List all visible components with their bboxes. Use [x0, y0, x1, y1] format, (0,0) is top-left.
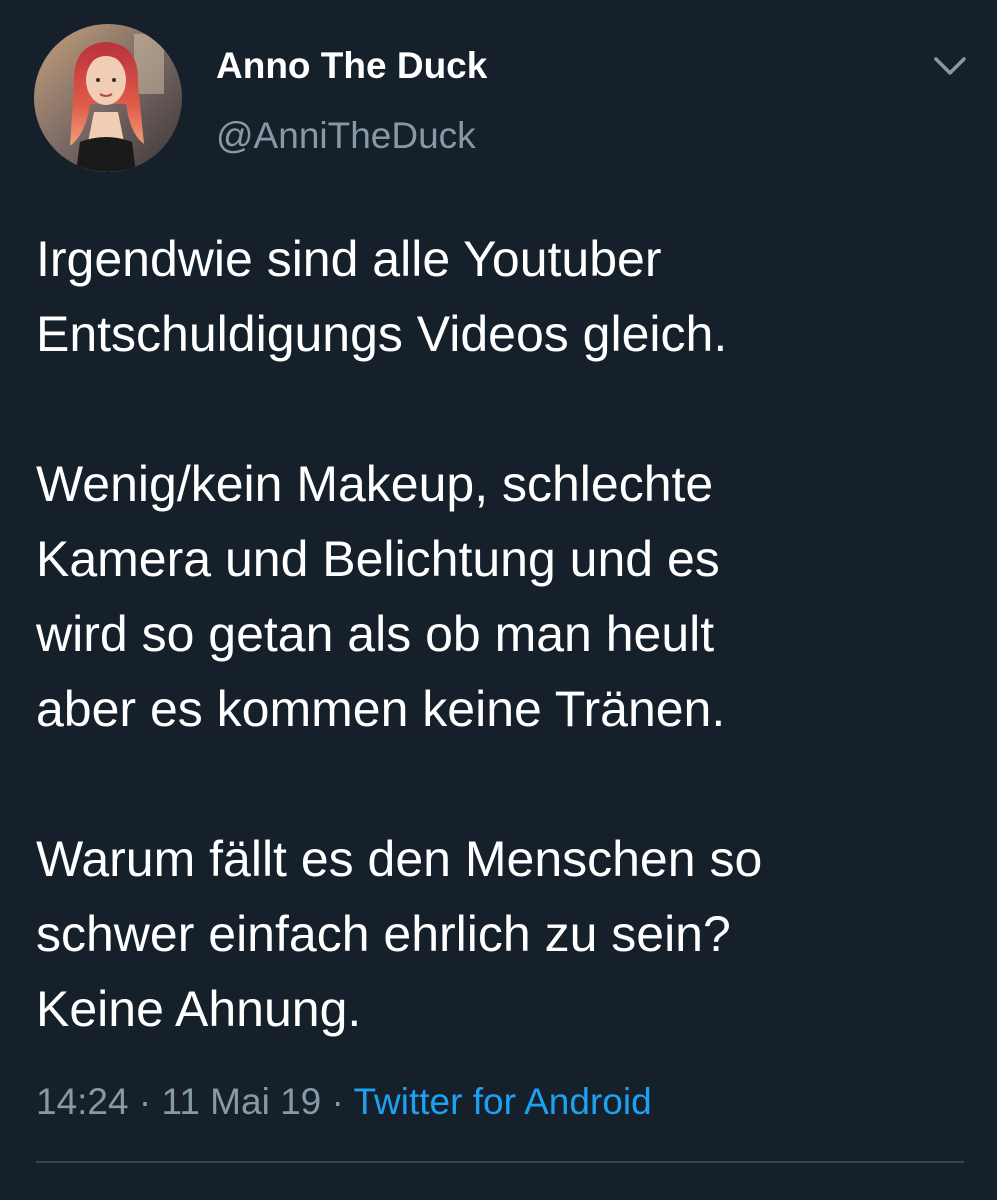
- tweet-source-link[interactable]: Twitter for Android: [353, 1081, 651, 1122]
- tweet-line: Wenig/kein Makeup, schlechte: [36, 456, 714, 512]
- tweet-line: Warum fällt es den Menschen so: [36, 831, 763, 887]
- tweet-date[interactable]: 11 Mai 19: [161, 1081, 321, 1122]
- meta-separator: ·: [138, 1081, 152, 1122]
- display-name[interactable]: Anno The Duck: [216, 44, 487, 88]
- divider: [36, 1161, 964, 1163]
- user-handle[interactable]: @AnniTheDuck: [216, 114, 476, 158]
- tweet-paragraph: Warum fällt es den Menschen so schwer ei…: [36, 822, 966, 1047]
- tweet-metadata: 14:24 · 11 Mai 19 · Twitter for Android: [36, 1080, 652, 1124]
- tweet-line: Kamera und Belichtung und es: [36, 531, 720, 587]
- tweet-paragraph: Irgendwie sind alle Youtuber Entschuldig…: [36, 222, 966, 372]
- tweet-line: Irgendwie sind alle Youtuber: [36, 231, 662, 287]
- tweet-line: Entschuldigungs Videos gleich.: [36, 306, 728, 362]
- tweet-line: Keine Ahnung.: [36, 981, 362, 1037]
- tweet-text: Irgendwie sind alle Youtuber Entschuldig…: [36, 222, 966, 1047]
- tweet-time[interactable]: 14:24: [36, 1081, 129, 1122]
- meta-separator: ·: [331, 1081, 344, 1122]
- tweet-paragraph: Wenig/kein Makeup, schlechte Kamera und …: [36, 447, 966, 747]
- tweet-line: aber es kommen keine Tränen.: [36, 681, 726, 737]
- tweet-line: schwer einfach ehrlich zu sein?: [36, 906, 731, 962]
- avatar[interactable]: [34, 24, 182, 172]
- avatar-image: [34, 24, 182, 172]
- tweet-line: wird so getan als ob man heult: [36, 606, 715, 662]
- chevron-down-icon[interactable]: [928, 50, 972, 82]
